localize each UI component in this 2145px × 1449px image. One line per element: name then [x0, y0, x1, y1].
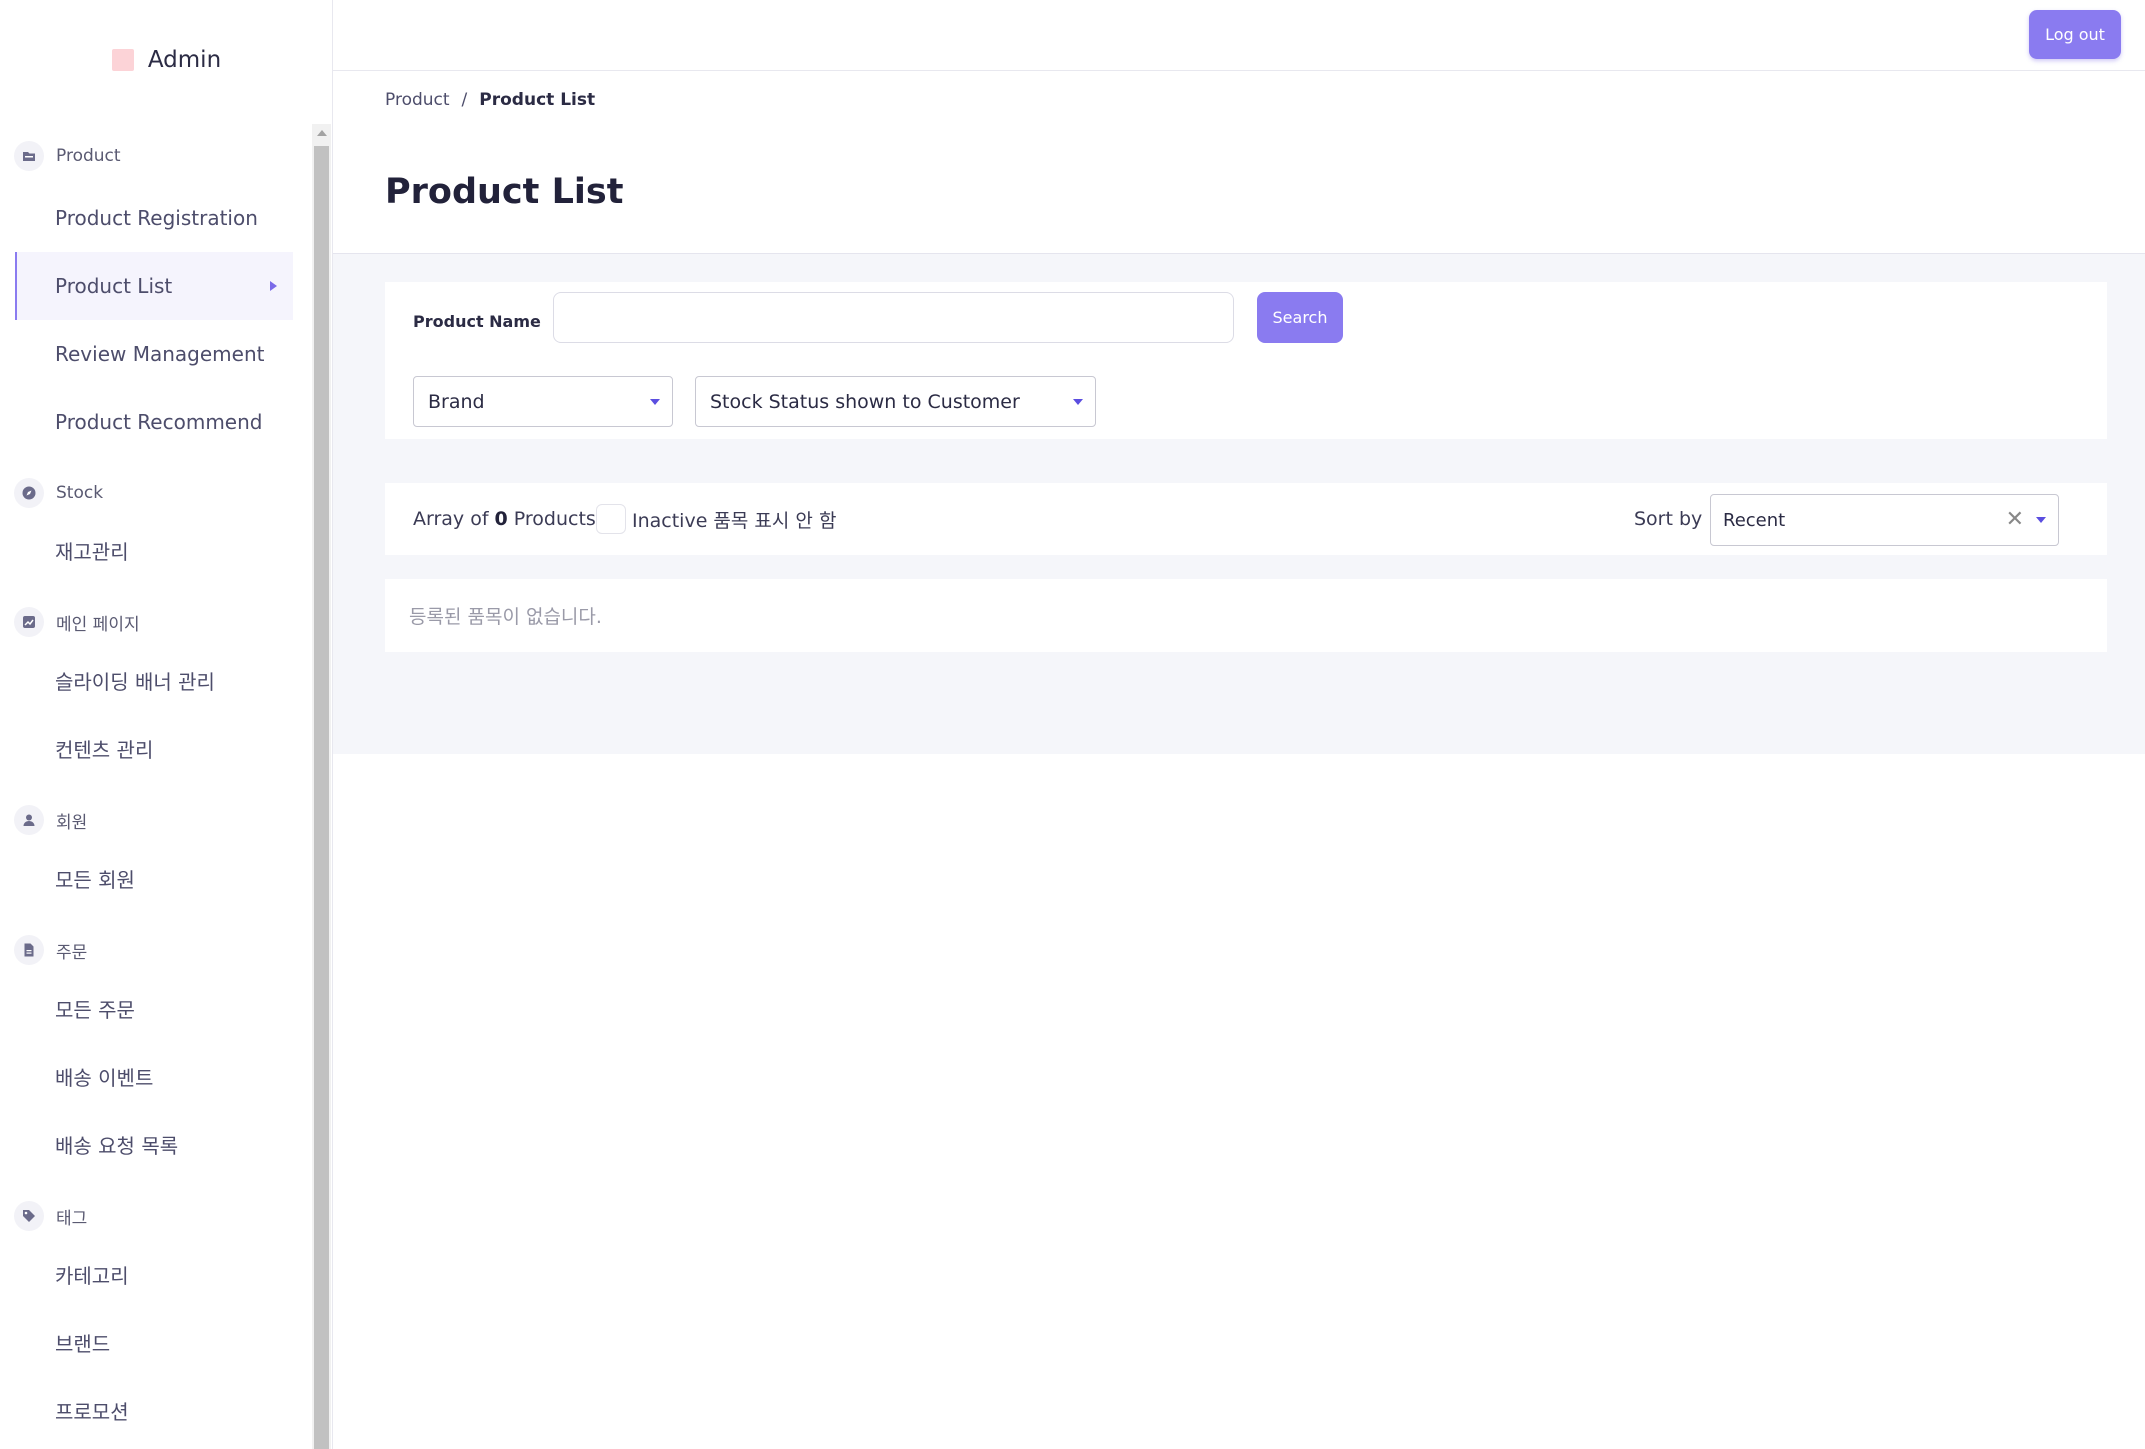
- stock-status-select-value: Stock Status shown to Customer: [710, 390, 1020, 413]
- nav-group-label: Stock: [56, 483, 104, 503]
- hide-inactive-label[interactable]: Inactive 품목 표시 안 함: [632, 483, 836, 555]
- nav-item-label: Product List: [55, 274, 173, 298]
- dropdown-arrow-icon: [2036, 517, 2046, 523]
- breadcrumb-separator: /: [461, 90, 468, 110]
- logout-button[interactable]: Log out: [2029, 10, 2121, 59]
- main-content: Product Name Search Brand Stock Status s…: [333, 254, 2145, 754]
- sidebar-item-contents[interactable]: 컨텐츠 관리: [15, 714, 293, 782]
- nav-group-label: 태그: [56, 1208, 88, 1229]
- count-prefix: Array of: [413, 508, 489, 530]
- sidebar-item-product-registration[interactable]: Product Registration: [15, 184, 293, 252]
- nav-item-label: 배송 이벤트: [55, 1065, 154, 1090]
- list-toolbar: Array of 0 Products Inactive 품목 표시 안 함 S…: [385, 483, 2107, 555]
- sidebar-item-review-management[interactable]: Review Management: [15, 320, 293, 388]
- tag-icon: [14, 1201, 44, 1231]
- empty-message: 등록된 품목이 없습니다.: [409, 606, 602, 628]
- filter-card: Product Name Search Brand Stock Status s…: [385, 282, 2107, 439]
- product-name-input[interactable]: [553, 292, 1234, 343]
- folder-icon: [14, 141, 44, 171]
- sidebar-item-categories[interactable]: 카테고리: [15, 1240, 293, 1308]
- topbar: Log out: [333, 0, 2145, 71]
- sidebar-scrollbar[interactable]: [312, 124, 331, 1449]
- stock-status-select[interactable]: Stock Status shown to Customer: [695, 376, 1096, 427]
- sidebar-item-all-orders[interactable]: 모든 주문: [15, 974, 293, 1042]
- search-button[interactable]: Search: [1257, 292, 1343, 343]
- sort-label: Sort by: [1634, 508, 1703, 530]
- clear-icon[interactable]: ✕: [2006, 509, 2024, 531]
- breadcrumb: Product / Product List: [385, 90, 595, 110]
- sidebar-item-sliding-banner[interactable]: 슬라이딩 배너 관리: [15, 646, 293, 714]
- brand-select[interactable]: Brand: [413, 376, 673, 427]
- nav-group-main-page: 메인 페이지: [14, 605, 140, 639]
- scrollbar-thumb[interactable]: [314, 146, 329, 1449]
- dropdown-arrow-icon: [650, 398, 660, 405]
- count-suffix: Products: [513, 508, 596, 530]
- nav-item-label: Product Recommend: [55, 410, 263, 434]
- document-icon: [14, 935, 44, 965]
- app-name: Admin: [147, 47, 222, 73]
- nav-item-label: 컨텐츠 관리: [55, 737, 154, 762]
- nav-group-label: 메인 페이지: [56, 614, 140, 635]
- sidebar-item-product-recommend[interactable]: Product Recommend: [15, 388, 293, 456]
- nav-group-tags: 태그: [14, 1199, 87, 1233]
- caret-right-icon: [270, 281, 277, 291]
- product-count: Array of 0 Products: [413, 483, 596, 555]
- dropdown-arrow-icon: [1073, 398, 1083, 405]
- nav-group-product: Product: [14, 139, 121, 173]
- sidebar-item-shipping-requests[interactable]: 배송 요청 목록: [15, 1110, 293, 1178]
- sidebar: Admin Product Product Registration Produ…: [0, 0, 333, 1449]
- count-number: 0: [494, 508, 508, 530]
- page-title: Product List: [385, 172, 624, 212]
- brand[interactable]: Admin: [0, 0, 333, 120]
- nav-group-stock: Stock: [14, 476, 103, 510]
- hide-inactive-checkbox[interactable]: [596, 504, 626, 534]
- sidebar-item-brands[interactable]: 브랜드: [15, 1308, 293, 1376]
- nav-item-label: 프로모션: [55, 1399, 129, 1424]
- page-header: Product / Product List Product List: [333, 72, 2145, 254]
- nav-item-label: Product Registration: [55, 206, 258, 230]
- nav-item-label: 재고관리: [55, 539, 129, 564]
- nav-item-label: 모든 회원: [55, 867, 135, 892]
- product-name-label: Product Name: [413, 312, 541, 331]
- brand-select-value: Brand: [428, 390, 485, 413]
- nav-item-label: 슬라이딩 배너 관리: [55, 669, 215, 694]
- nav-item-label: Review Management: [55, 342, 265, 366]
- sort-select-value: Recent: [1723, 509, 1786, 531]
- nav-scroll-area: Product Product Registration Product Lis…: [0, 124, 333, 1449]
- logo-icon: [111, 49, 134, 71]
- sidebar-item-all-members[interactable]: 모든 회원: [15, 844, 293, 912]
- empty-state: 등록된 품목이 없습니다.: [385, 579, 2107, 652]
- nav-item-label: 배송 요청 목록: [55, 1133, 179, 1158]
- nav-item-label: 브랜드: [55, 1331, 111, 1356]
- nav-item-label: 카테고리: [55, 1263, 129, 1288]
- nav-group-label: 회원: [56, 812, 88, 833]
- nav-group-label: 주문: [56, 942, 88, 963]
- chart-icon: [14, 607, 44, 637]
- nav-group-members: 회원: [14, 803, 87, 837]
- sort-select[interactable]: Recent ✕: [1710, 494, 2059, 546]
- breadcrumb-current: Product List: [479, 90, 596, 110]
- nav-group-label: Product: [56, 146, 121, 166]
- nav-group-orders: 주문: [14, 933, 87, 967]
- sidebar-item-product-list[interactable]: Product List: [15, 252, 293, 320]
- sidebar-item-promotions[interactable]: 프로모션: [15, 1376, 293, 1444]
- user-icon: [14, 805, 44, 835]
- sidebar-item-shipping-events[interactable]: 배송 이벤트: [15, 1042, 293, 1110]
- compass-icon: [14, 478, 44, 508]
- breadcrumb-parent[interactable]: Product: [385, 90, 450, 110]
- nav-item-label: 모든 주문: [55, 997, 135, 1022]
- scroll-up-arrow-icon[interactable]: [317, 130, 327, 136]
- sidebar-item-stock-management[interactable]: 재고관리: [15, 516, 293, 584]
